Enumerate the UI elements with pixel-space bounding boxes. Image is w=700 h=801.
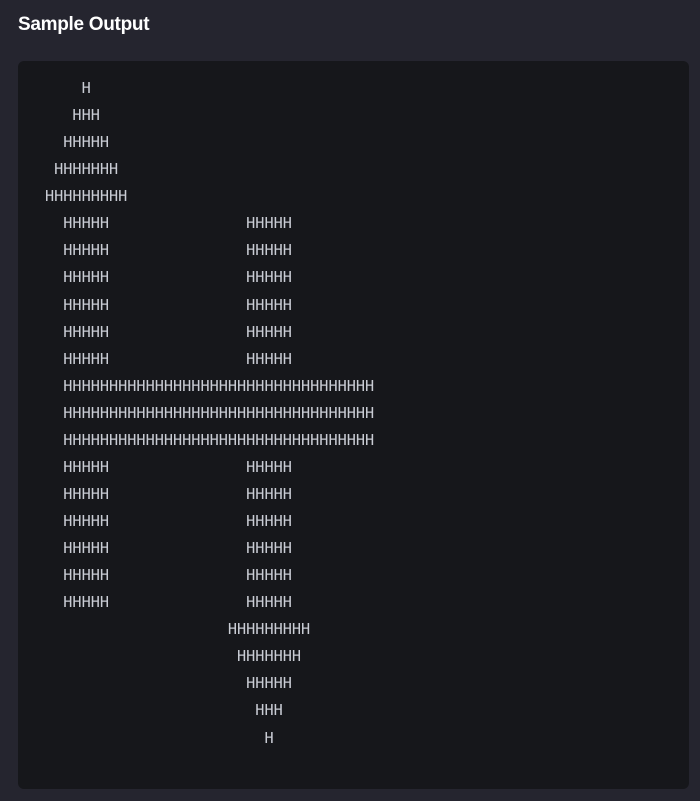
output-line: HHHHH HHHHH	[45, 457, 292, 476]
output-line: H	[45, 728, 274, 747]
output-line: HHHHH	[45, 133, 110, 152]
output-line: H	[45, 79, 91, 97]
output-line: HHHHHHH	[45, 160, 119, 179]
section-title: Sample Output	[18, 14, 150, 35]
output-line: HHHHH HHHHH	[45, 322, 292, 341]
output-line: HHHHH	[45, 674, 292, 693]
output-line: HHHHH HHHHH	[45, 593, 292, 612]
output-line: HHH	[45, 106, 100, 125]
output-text: H HHH HHHHH HHHHHHH HHHHHHHHH HHHHH HHHH…	[45, 75, 374, 752]
output-line: HHHHH HHHHH	[45, 268, 292, 287]
output-line: HHHHHHHHHHHHHHHHHHHHHHHHHHHHHHHHHH	[45, 403, 375, 422]
output-line: HHHHH HHHHH	[45, 539, 292, 558]
output-line: HHHHH HHHHH	[45, 349, 292, 368]
output-line: HHHHHHHHHHHHHHHHHHHHHHHHHHHHHHHHHH	[45, 430, 375, 449]
output-line: HHHHH HHHHH	[45, 295, 292, 314]
output-line: HHHHH HHHHH	[45, 512, 292, 530]
output-line: HHHHH HHHHH	[45, 484, 292, 503]
output-line: HHHHHHHHH	[45, 187, 128, 206]
sample-output-section: Sample Output H HHH HHHHH HHHHHHH HHHHHH…	[0, 0, 700, 801]
output-line: HHHHHHH	[45, 647, 302, 666]
output-line: HHH	[45, 701, 283, 720]
output-line: HHHHHHHHHHHHHHHHHHHHHHHHHHHHHHHHHH	[45, 376, 375, 395]
output-line: HHHHH HHHHH	[45, 566, 292, 585]
output-line: HHHHH HHHHH	[45, 214, 292, 233]
output-line: HHHHHHHHH	[45, 620, 311, 639]
output-line: HHHHH HHHHH	[45, 241, 292, 260]
